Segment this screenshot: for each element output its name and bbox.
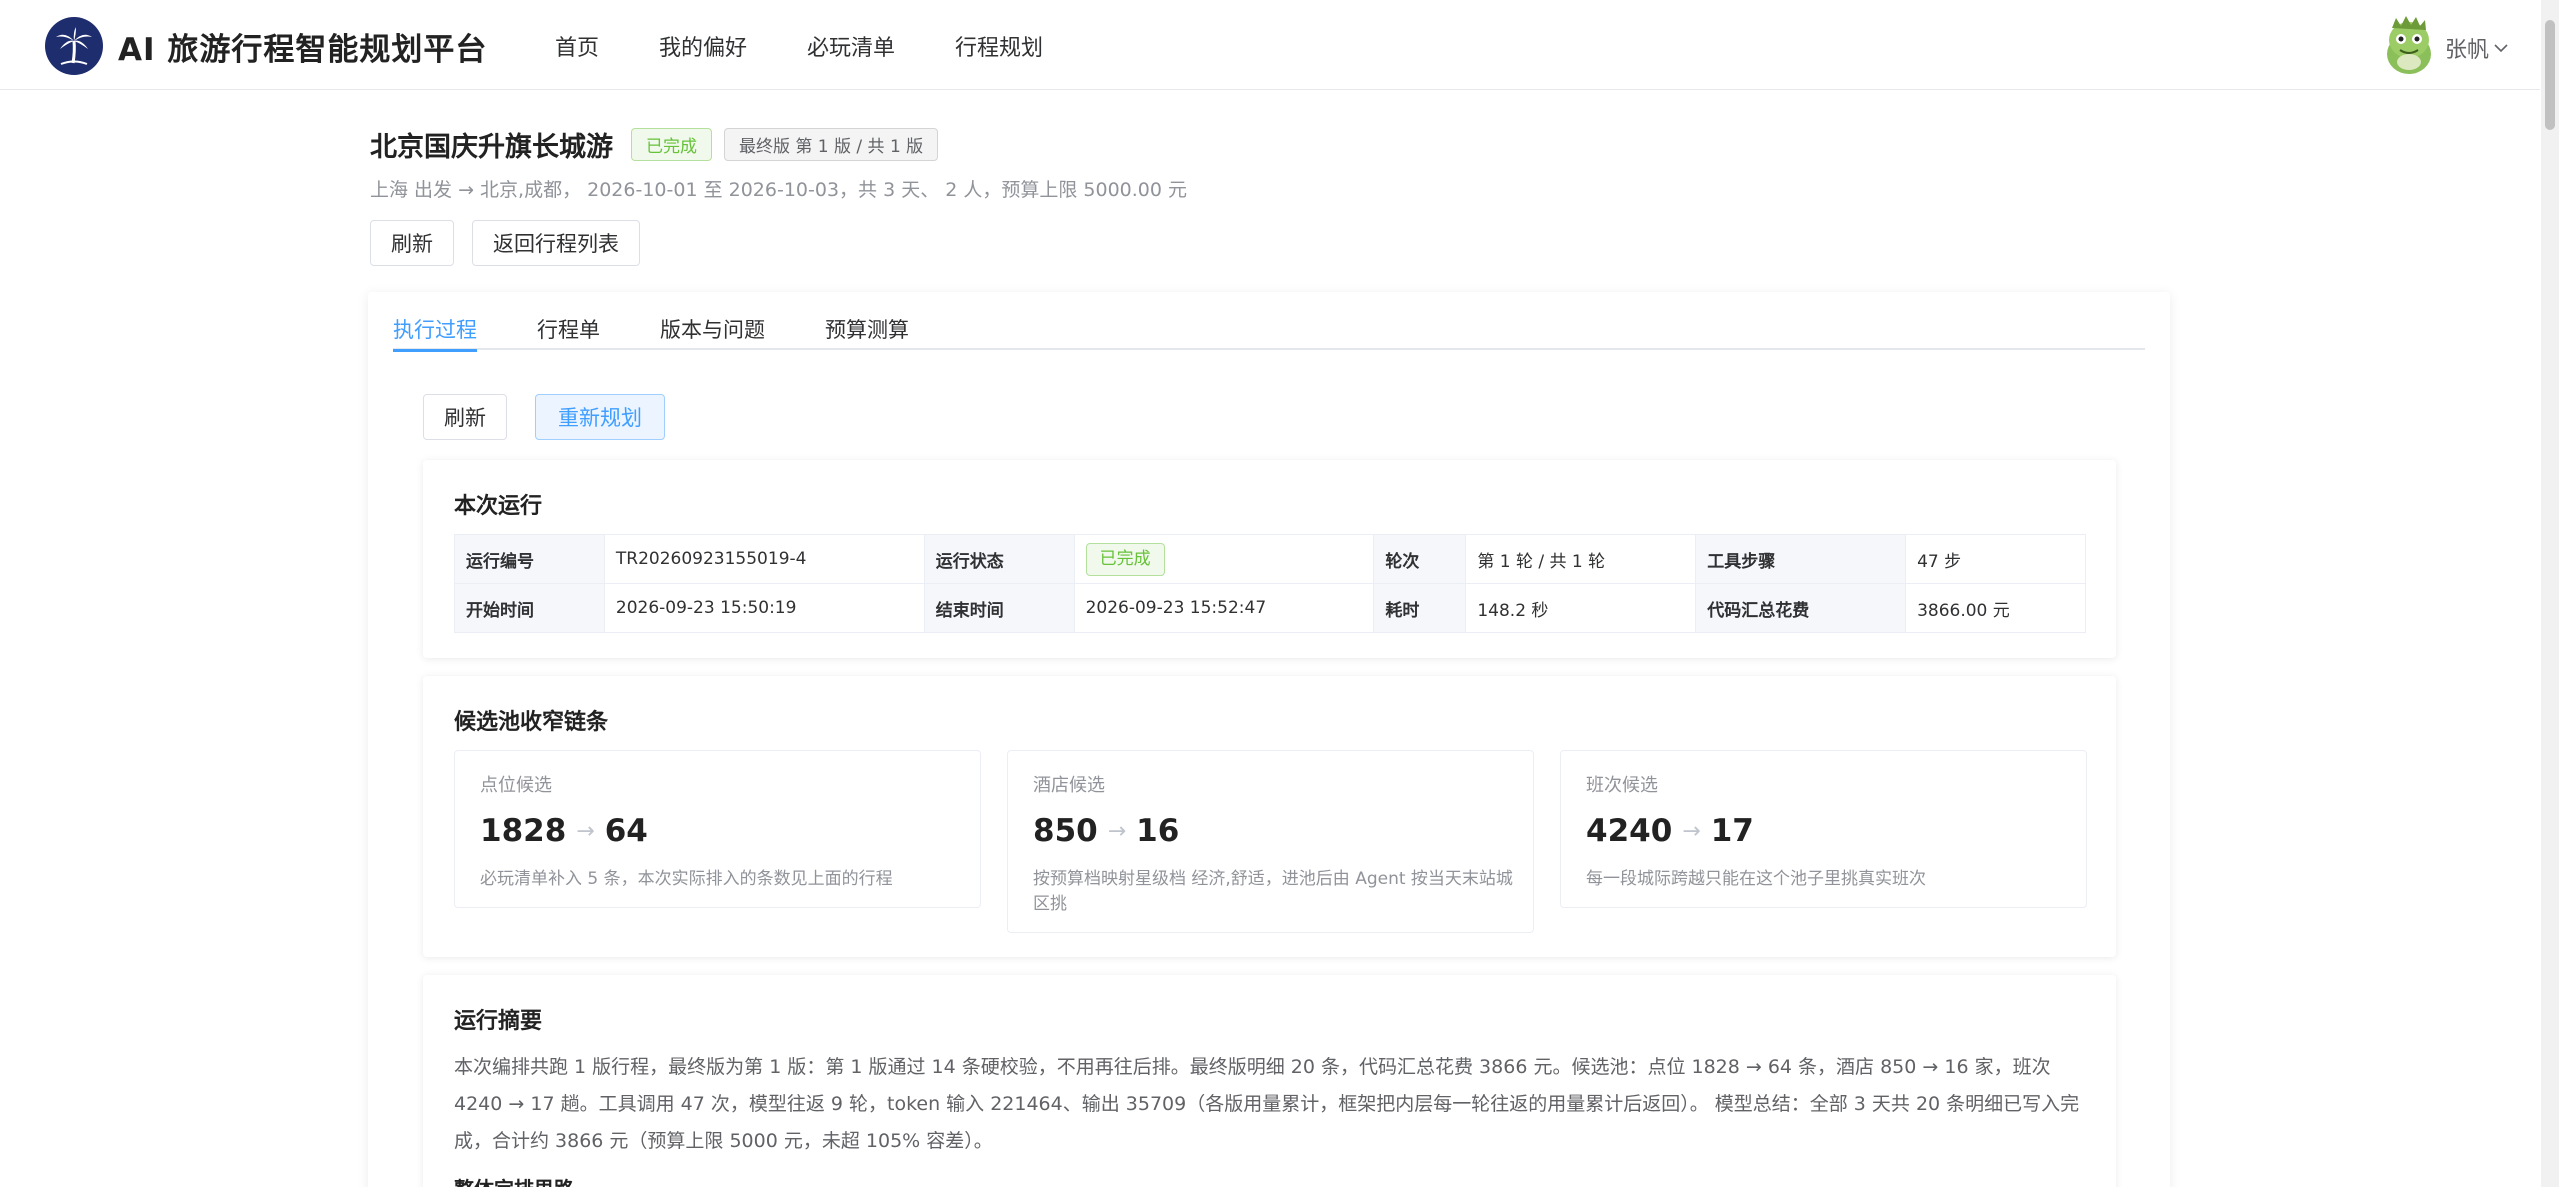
refresh-run-button[interactable]: 刷新 [423,394,507,440]
pool-label: 酒店候选 [1033,775,1105,796]
tab-versions[interactable]: 版本与问题 [660,314,765,350]
trip-title-row: 北京国庆升旗长城游 已完成 最终版 第 1 版 / 共 1 版 [370,125,939,164]
pool-label: 点位候选 [480,775,552,796]
tab-execution[interactable]: 执行过程 [393,314,477,352]
table-row: 开始时间 2026-09-23 15:50:19 结束时间 2026-09-23… [454,583,2086,633]
pool-card-spots: 点位候选 1828 → 64 必玩清单补入 5 条，本次实际排入的条数见上面的行… [454,750,981,908]
run-summary-title: 运行摘要 [454,1009,543,1034]
table-row: 运行编号 TR20260923155019-4 运行状态 已完成 轮次 第 1 … [454,534,2086,584]
duration-value: 148.2 秒 [1465,583,1697,633]
user-menu[interactable]: 张帆 [2445,32,2510,64]
user-name: 张帆 [2445,38,2490,63]
round-label: 轮次 [1373,534,1467,584]
pool-card-trains: 班次候选 4240 → 17 每一段城际跨越只能在这个池子里挑真实班次 [1560,750,2087,908]
arrow-right-icon: → [576,818,595,844]
pool-card-hotels: 酒店候选 850 → 16 按预算档映射星级档 经济,舒适，进池后由 Agent… [1007,750,1534,933]
run-status-label: 运行状态 [923,534,1075,584]
page-title: 北京国庆升旗长城游 [370,132,613,163]
refresh-button[interactable]: 刷新 [370,220,454,266]
end-time-value: 2026-09-23 15:52:47 [1073,583,1375,633]
pool-to: 64 [604,813,648,849]
run-id-label: 运行编号 [454,534,605,584]
total-cost-label: 代码汇总花费 [1695,583,1907,633]
back-to-list-button[interactable]: 返回行程列表 [472,220,640,266]
run-summary-section: 运行摘要 本次编排共跑 1 版行程，最终版为第 1 版：第 1 版通过 14 条… [423,975,2116,1187]
tab-itinerary[interactable]: 行程单 [537,314,600,350]
start-time-label: 开始时间 [454,583,605,633]
tool-steps-value: 47 步 [1905,534,2086,584]
candidate-pool-section: 候选池收窄链条 点位候选 1828 → 64 必玩清单补入 5 条，本次实际排入… [423,676,2116,957]
palm-tree-logo-icon[interactable] [45,17,103,75]
pool-count: 1828 → 64 [480,813,648,849]
run-info-title: 本次运行 [454,494,543,519]
arrow-right-icon: → [1107,818,1127,844]
version-badge: 最终版 第 1 版 / 共 1 版 [724,128,939,161]
pool-desc: 每一段城际跨越只能在这个池子里挑真实班次 [1586,869,1926,889]
run-status-cell: 已完成 [1073,534,1375,584]
pool-from: 1828 [480,813,567,849]
run-summary-text: 本次编排共跑 1 版行程，最终版为第 1 版：第 1 版通过 14 条硬校验，不… [454,1056,2080,1152]
pool-from: 4240 [1586,813,1673,849]
total-cost-value: 3866.00 元 [1905,583,2086,633]
trip-actions: 刷新 返回行程列表 [370,220,658,266]
nav-preferences[interactable]: 我的偏好 [659,30,747,62]
pool-label: 班次候选 [1586,775,1658,796]
run-info-section: 本次运行 运行编号 TR20260923155019-4 运行状态 已完成 轮次… [423,460,2116,658]
detail-card: 执行过程 行程单 版本与问题 预算测算 刷新 重新规划 本次运行 运行编号 TR… [368,292,2170,1187]
tool-steps-label: 工具步骤 [1695,534,1907,584]
duration-label: 耗时 [1373,583,1467,633]
chevron-down-icon [2494,44,2508,53]
tab-bar: 执行过程 行程单 版本与问题 预算测算 [393,314,2145,352]
pool-count: 4240 → 17 [1586,813,1754,849]
top-header: AI 旅游行程智能规划平台 首页 我的偏好 必玩清单 行程规划 张帆 [0,0,2540,90]
end-time-label: 结束时间 [923,583,1075,633]
arrow-right-icon: → [1682,818,1701,844]
run-status-tag: 已完成 [1085,542,1165,576]
replan-button[interactable]: 重新规划 [535,394,665,440]
planning-approach-heading: 整体定排思路 [454,1173,574,1187]
pool-from: 850 [1033,813,1098,849]
pool-to: 16 [1136,813,1180,849]
pool-to: 17 [1710,813,1754,849]
nav-home[interactable]: 首页 [555,30,599,62]
pool-count: 850 → 16 [1033,813,1179,849]
execution-actions: 刷新 重新规划 [423,394,665,440]
tab-budget[interactable]: 预算测算 [825,314,909,350]
run-info-table: 运行编号 TR20260923155019-4 运行状态 已完成 轮次 第 1 … [454,534,2086,633]
candidate-pool-title: 候选池收窄链条 [454,710,609,735]
start-time-value: 2026-09-23 15:50:19 [603,583,925,633]
nav-itinerary[interactable]: 行程规划 [955,30,1043,62]
round-value: 第 1 轮 / 共 1 轮 [1465,534,1697,584]
status-badge: 已完成 [631,128,712,161]
main-nav: 首页 我的偏好 必玩清单 行程规划 [555,30,1103,62]
scrollbar-thumb[interactable] [2545,20,2555,130]
avatar[interactable] [2380,14,2438,76]
trip-summary-line: 上海 出发 → 北京,成都， 2026-10-01 至 2026-10-03，共… [370,179,1188,201]
run-id-value: TR20260923155019-4 [603,534,925,584]
pool-desc: 必玩清单补入 5 条，本次实际排入的条数见上面的行程 [480,869,893,889]
brand-title[interactable]: AI 旅游行程智能规划平台 [118,24,487,69]
page-scrollbar[interactable] [2541,0,2559,1187]
pool-desc: 按预算档映射星级档 经济,舒适，进池后由 Agent 按当天末站城区挑 [1033,869,1513,914]
nav-must-play[interactable]: 必玩清单 [807,30,895,62]
